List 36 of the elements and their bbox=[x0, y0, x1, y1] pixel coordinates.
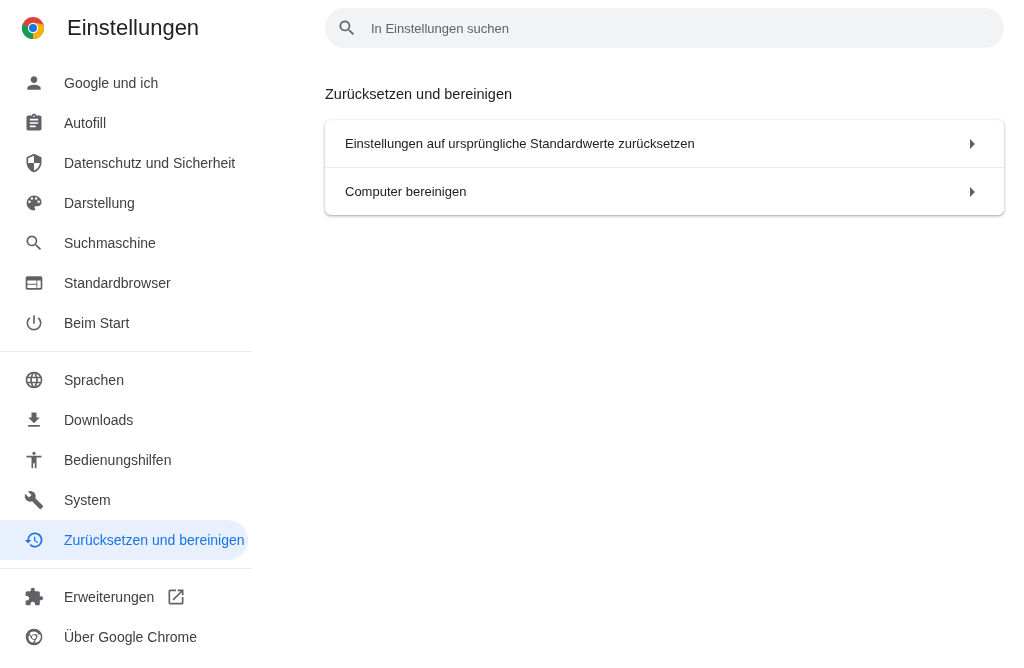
search-field[interactable]: In Einstellungen suchen bbox=[325, 8, 1004, 48]
browser-window-icon bbox=[24, 273, 44, 293]
palette-icon bbox=[24, 193, 44, 213]
sidebar-item[interactable]: Suchmaschine bbox=[0, 223, 248, 263]
sidebar-item[interactable]: Zurücksetzen und bereinigen bbox=[0, 520, 248, 560]
shield-icon bbox=[24, 153, 44, 173]
puzzle-icon bbox=[24, 587, 44, 607]
chrome-logo-icon bbox=[21, 16, 45, 40]
sidebar-item[interactable]: Sprachen bbox=[0, 360, 248, 400]
sidebar-item[interactable]: Google und ich bbox=[0, 63, 248, 103]
caret-icon bbox=[970, 138, 975, 149]
sidebar-item[interactable]: Autofill bbox=[0, 103, 248, 143]
page-title: Einstellungen bbox=[67, 15, 200, 41]
history-icon bbox=[24, 530, 44, 550]
sidebar-item[interactable]: Beim Start bbox=[0, 303, 248, 343]
wrench-icon bbox=[24, 490, 44, 510]
globe-icon bbox=[24, 370, 44, 390]
sidebar-item[interactable]: Über Google Chrome bbox=[0, 617, 248, 657]
sidebar-item[interactable]: Downloads bbox=[0, 400, 248, 440]
sidebar-item[interactable]: Darstellung bbox=[0, 183, 248, 223]
external-link-icon bbox=[166, 587, 187, 607]
settings-row[interactable]: Computer bereinigen bbox=[325, 168, 1004, 215]
caret-icon bbox=[970, 186, 975, 197]
search-icon bbox=[337, 18, 357, 38]
sidebar-item[interactable]: Bedienungshilfen bbox=[0, 440, 248, 480]
section-title: Zurücksetzen und bereinigen bbox=[325, 86, 513, 102]
accessibility-icon bbox=[24, 450, 44, 470]
settings-row[interactable]: Einstellungen auf ursprüngliche Standardwerte zurücksetzen bbox=[325, 120, 1004, 167]
power-icon bbox=[24, 313, 44, 333]
clipboard-icon bbox=[24, 113, 44, 133]
sidebar-item[interactable]: System bbox=[0, 480, 248, 520]
sidebar-item[interactable]: Datenschutz und Sicherheit bbox=[0, 143, 248, 183]
search-icon bbox=[24, 233, 44, 253]
sidebar-item[interactable]: Erweiterungen bbox=[0, 577, 248, 617]
sidebar-item[interactable]: Standardbrowser bbox=[0, 263, 248, 303]
chrome-icon bbox=[24, 627, 44, 647]
